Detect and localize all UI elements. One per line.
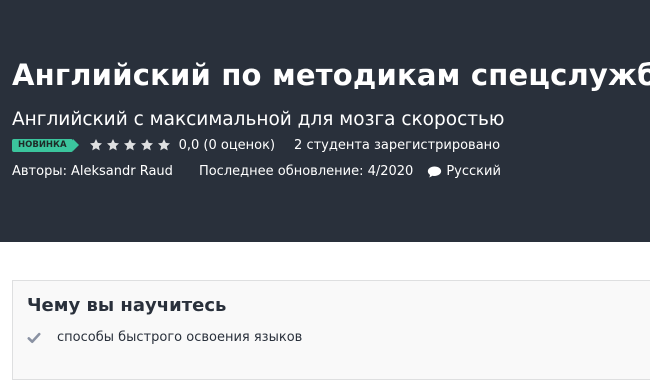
meta-row: Авторы: Aleksandr Raud Последнее обновле… — [12, 164, 501, 179]
speech-bubble-icon — [428, 165, 442, 177]
students-count: 2 студента зарегистрировано — [294, 137, 501, 153]
course-title: Английский по методикам спецслужб — [12, 58, 650, 92]
check-icon — [27, 332, 41, 343]
star-icon — [157, 139, 170, 151]
learn-item-text: способы быстрого освоения языков — [57, 330, 303, 345]
authors-label: Авторы: — [12, 164, 67, 179]
course-language: Русский — [427, 164, 501, 179]
what-you-will-learn: Чему вы научитесь способы быстрого освое… — [12, 280, 650, 380]
course-subtitle: Английский с максимальной для мозга скор… — [12, 109, 505, 130]
star-icon — [89, 139, 102, 151]
last-updated: Последнее обновление: 4/2020 — [198, 164, 414, 179]
star-rating[interactable] — [89, 138, 171, 152]
star-icon — [123, 139, 136, 151]
author-link[interactable]: Aleksandr Raud — [71, 164, 173, 179]
language-label: Русский — [446, 164, 501, 179]
star-icon — [140, 139, 153, 151]
learn-list-item: способы быстрого освоения языков — [27, 330, 302, 345]
rating-count[interactable]: 0,0 (0 оценок) — [179, 138, 275, 153]
rating-row: НОВИНКА 0,0 (0 оценок) 2 студента зареги… — [12, 137, 500, 153]
learn-heading: Чему вы научитесь — [27, 295, 227, 316]
star-icon — [106, 139, 119, 151]
new-badge: НОВИНКА — [12, 138, 79, 152]
course-header: Английский по методикам спецслужб Англий… — [0, 0, 650, 242]
